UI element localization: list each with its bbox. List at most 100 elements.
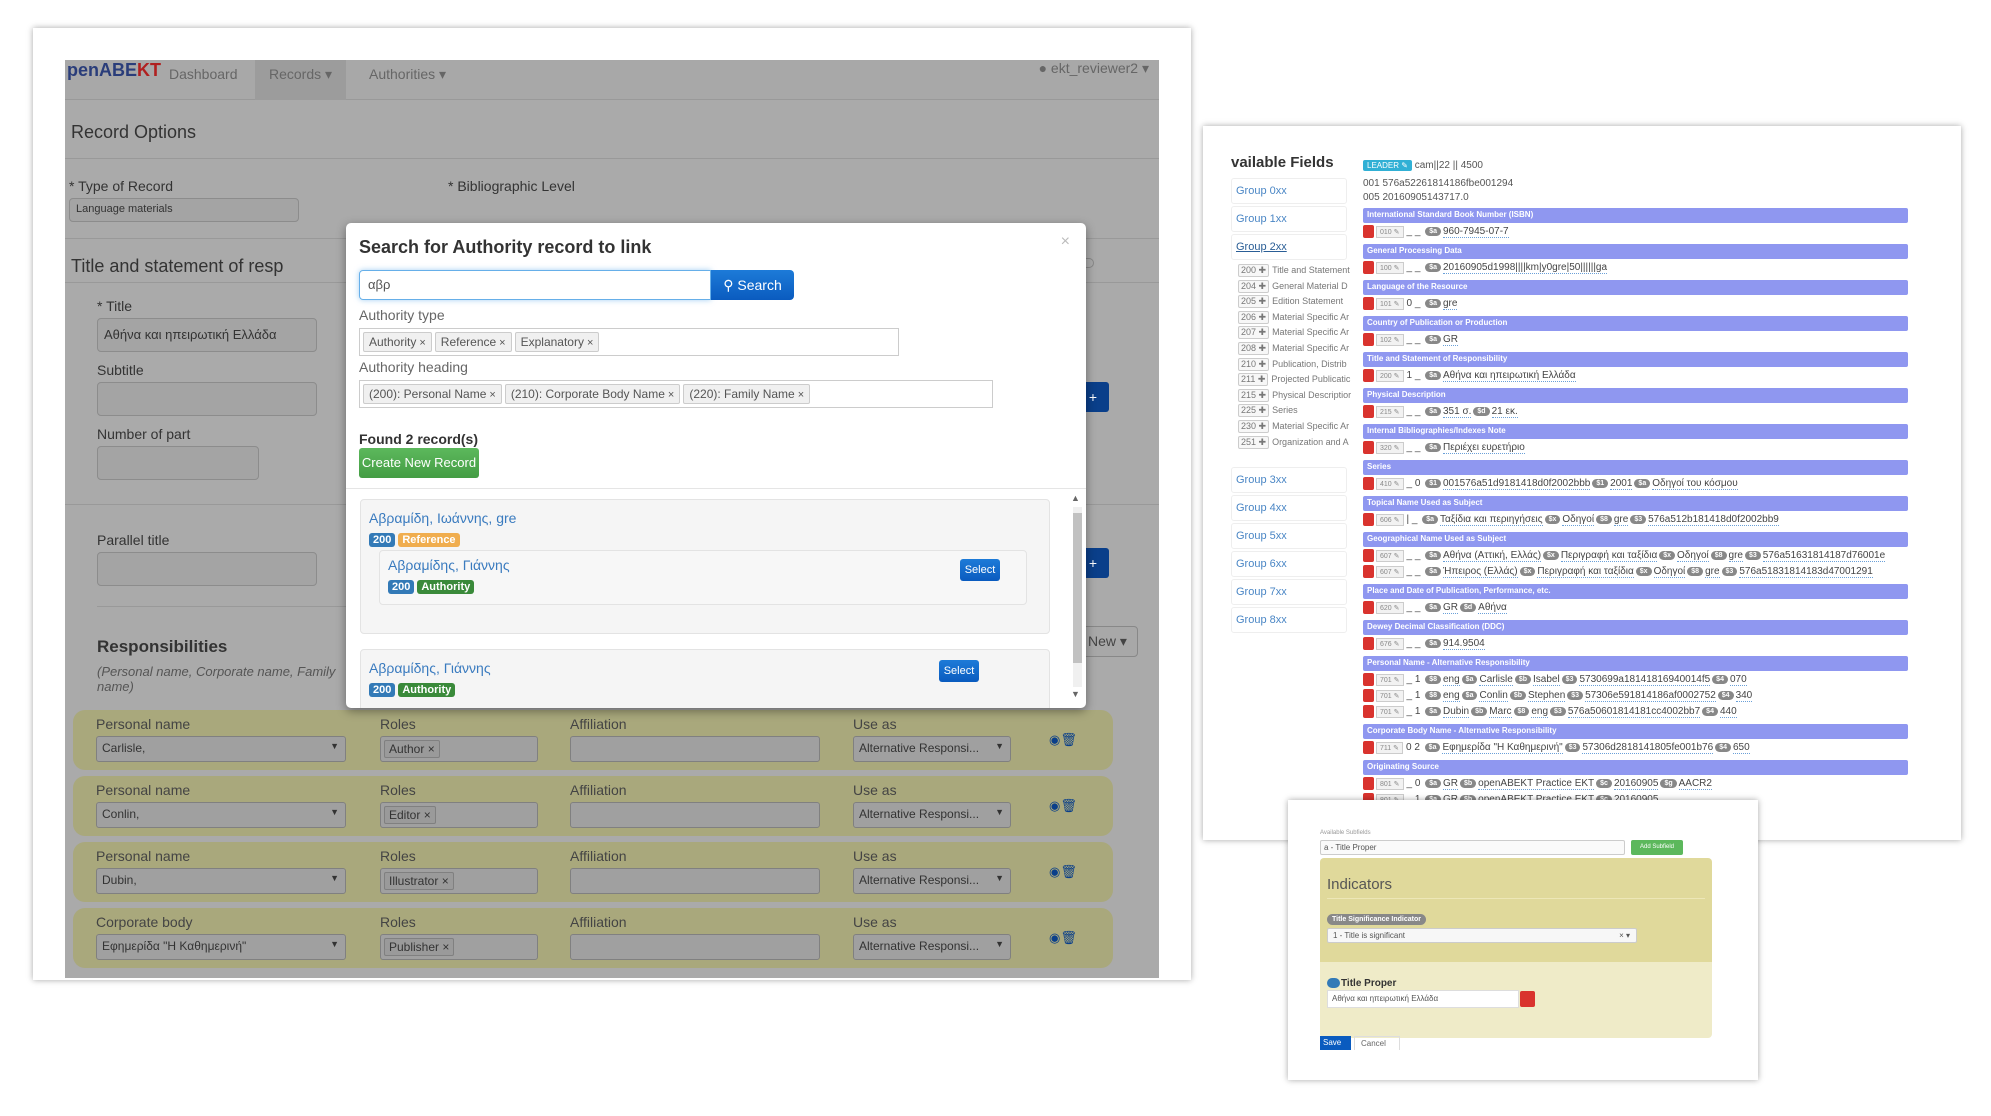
edit-field-button[interactable]: 607 ✎ [1376,565,1404,578]
subfield-value[interactable]: Περιγραφή και ταξίδια [1537,566,1634,579]
subfield-value[interactable]: 340 [1735,690,1753,703]
delete-field-button[interactable] [1363,225,1374,238]
authority-search-input[interactable]: αβρ [359,270,711,300]
field-add-item[interactable]: 205 ✚ Edition Statement [1238,295,1343,309]
delete-field-button[interactable] [1363,477,1374,490]
field-add-item[interactable]: 210 ✚ Publication, Distrib [1238,357,1347,372]
subfield-value[interactable]: openABEKT Practice EKT [1478,778,1595,791]
subfield-value[interactable]: Εφημερίδα "Η Καθημερινή" [1442,742,1563,755]
create-new-record-button[interactable]: Create New Record ▾ [359,448,479,500]
edit-field-button[interactable]: 620 ✎ [1376,601,1404,614]
subfield-value[interactable]: 57306e591814186af0002752 [1585,690,1716,703]
add-field-button[interactable]: 204 ✚ [1238,279,1270,293]
leader-edit-button[interactable]: LEADER ✎ [1363,160,1412,171]
delete-field-button[interactable] [1363,405,1374,418]
add-field-button[interactable]: 230 ✚ [1238,420,1270,433]
name-select[interactable]: Conlin, ▼ [96,802,346,828]
subfield-value[interactable]: GR [1442,778,1458,791]
subfield-value[interactable]: eng [1442,674,1460,687]
subfield-value[interactable]: Οδηγοί [1653,566,1686,579]
group-link[interactable]: Group 0xx [1231,178,1347,204]
subfield-value[interactable]: 21 εκ. [1491,406,1518,419]
add-field-button[interactable]: 205 ✚ [1238,295,1270,309]
delete-field-button[interactable] [1363,333,1374,346]
subfield-value[interactable]: eng [1531,706,1549,719]
add-field-button[interactable]: 200 ✚ [1238,264,1270,277]
subfield-value[interactable]: GR [1442,334,1458,347]
subfield-value[interactable]: 576a51631814187d76001e [1762,550,1886,563]
results-scrollbar[interactable]: ▲ ▼ [1070,493,1084,703]
delete-field-button[interactable] [1363,705,1374,718]
subfield-value[interactable]: 576a512b181418d0f2002bb9 [1648,514,1779,527]
nav-records[interactable]: Records ▾ [255,60,347,100]
field-add-item[interactable]: 204 ✚ General Material D [1238,279,1348,294]
edit-field-button[interactable]: 320 ✎ [1376,441,1404,454]
delete-field-button[interactable] [1363,601,1374,614]
subfield-value[interactable]: Isabel [1532,674,1560,687]
edit-field-button[interactable]: 607 ✎ [1376,549,1404,562]
indicator-select[interactable]: 1 - Title is significant × ▾ [1327,928,1637,943]
subfield-value[interactable]: Περιέχει ευρετήριο [1442,442,1525,455]
add-field-button[interactable]: 210 ✚ [1238,357,1270,371]
field-add-item[interactable]: 206 ✚ Material Specific Ar [1238,310,1349,325]
name-select[interactable]: Carlisle, ▼ [96,736,346,762]
use-as-select[interactable]: Alternative Responsi... ▼ [853,934,1011,960]
roles-input[interactable]: Publisher × [380,934,538,960]
user-menu[interactable]: ● ekt_reviewer2 ▾ [1039,60,1149,77]
edit-field-button[interactable]: 100 ✎ [1376,261,1404,274]
delete-subfield-button[interactable] [1520,991,1535,1007]
subfield-value[interactable]: Αθήνα [1478,602,1507,615]
subfield-value[interactable]: Dubin [1442,706,1470,719]
affiliation-input[interactable] [570,868,820,894]
subfield-value[interactable]: Carlisle [1479,674,1513,687]
scrollbar-thumb[interactable] [1073,513,1082,663]
delete-field-button[interactable] [1363,261,1374,274]
select-button[interactable]: Select [939,660,979,682]
subfield-value[interactable]: 650 [1732,742,1750,755]
subtitle-input[interactable] [97,382,317,416]
new-responsibility-button[interactable]: New ▾ [1077,626,1138,657]
close-icon[interactable]: × [1061,233,1070,251]
subfield-value[interactable]: 20160905d1998||||km|y0gre|50||||||ga [1442,262,1608,275]
delete-field-button[interactable] [1363,513,1374,526]
add-field-button[interactable]: 206 ✚ [1238,310,1270,324]
edit-field-button[interactable]: 101 ✎ [1376,297,1404,310]
subfield-value[interactable]: 57306d2818141805fe001b76 [1582,742,1714,755]
field-add-item[interactable]: 215 ✚ Physical Descriptior [1238,388,1351,403]
view-icon[interactable]: ◉ [1049,798,1060,813]
remove-icon[interactable]: × [420,808,431,822]
subfield-value[interactable]: AACR2 [1678,778,1712,791]
delete-field-button[interactable] [1363,549,1374,562]
subfield-value[interactable]: 960-7945-07-7 [1442,226,1509,239]
subfield-value[interactable]: 070 [1729,674,1747,687]
subfield-value[interactable]: gre [1728,550,1743,563]
remove-icon[interactable]: × [439,940,449,954]
field-add-item[interactable]: 208 ✚ Material Specific Ar [1238,342,1349,356]
subfield-value[interactable]: Ταξίδια και περιηγήσεις [1440,514,1543,527]
type-of-record-select[interactable]: Language materials [69,198,299,222]
use-as-select[interactable]: Alternative Responsi... ▼ [853,802,1011,828]
remove-icon[interactable]: × [424,742,435,756]
delete-field-button[interactable] [1363,741,1374,754]
group-link[interactable]: Group 6xx [1231,551,1347,578]
subfield-value[interactable]: eng [1442,690,1460,703]
subfield-value[interactable]: 914.9504 [1442,638,1485,651]
subfield-value[interactable]: GR [1442,602,1458,615]
search-button[interactable]: ⚲ Search [711,270,794,300]
remove-icon[interactable]: × [489,389,495,401]
use-as-select[interactable]: Alternative Responsi... ▼ [853,868,1011,894]
trash-icon[interactable]: 🗑 [1060,798,1077,813]
subfield-value[interactable]: gre [1613,514,1629,527]
view-icon[interactable]: ◉ [1049,864,1060,879]
add-field-button[interactable]: 225 ✚ [1238,404,1270,418]
roles-input[interactable]: Author × [380,736,538,762]
scroll-up-icon[interactable]: ▲ [1071,493,1080,503]
remove-icon[interactable]: × [668,389,674,401]
edit-field-button[interactable]: 701 ✎ [1376,705,1404,718]
remove-icon[interactable]: × [499,337,505,349]
clear-icon[interactable]: × ▾ [1619,931,1630,940]
trash-icon[interactable]: 🗑 [1060,864,1077,879]
field-add-item[interactable]: 230 ✚ Material Specific Ar [1238,420,1349,434]
name-select[interactable]: Εφημερίδα "Η Καθημερινή" ▼ [96,934,346,960]
save-button[interactable]: Save [1320,1036,1351,1050]
